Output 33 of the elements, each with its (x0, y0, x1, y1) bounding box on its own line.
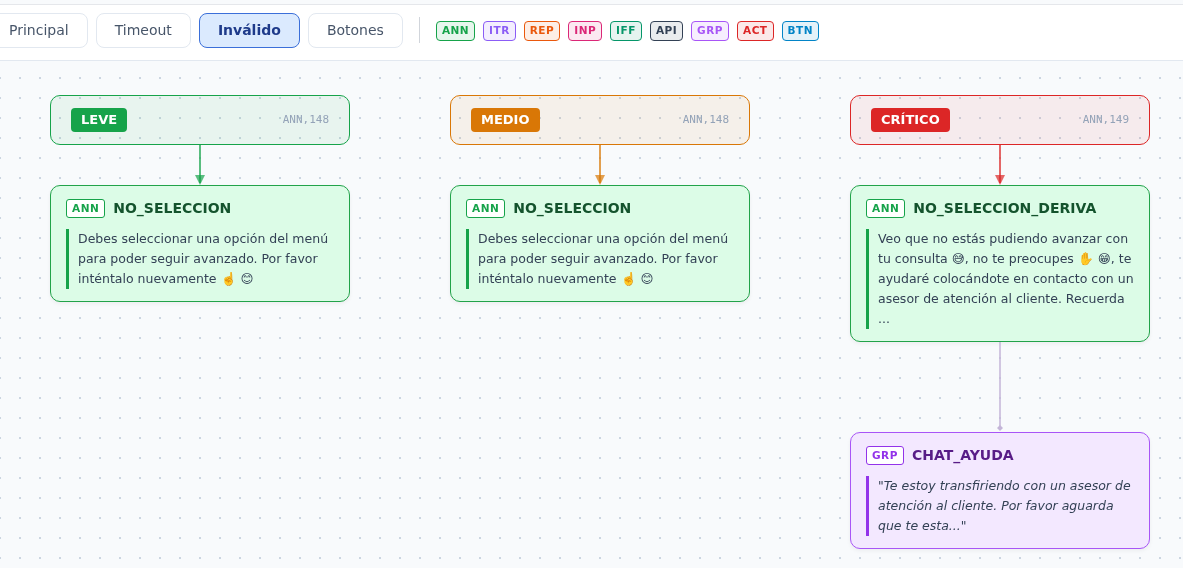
arrow (994, 145, 1006, 185)
node-message: Debes seleccionar una opción del menú para poder seguir avanzado. Por favor inténtalo nuevamente ☝ 😊 (466, 229, 734, 289)
node-reference: ANN,149 (1082, 111, 1129, 128)
node-reference: ANN,148 (282, 111, 329, 128)
legend-tag[interactable]: ANN (435, 21, 476, 41)
legend-tag[interactable]: BTN (781, 21, 819, 41)
legend-tag[interactable]: GRP (691, 21, 729, 41)
severity-badge: CRÍTICO (871, 108, 950, 132)
arrow (594, 145, 606, 185)
node-type-tag: GRP (866, 445, 904, 466)
tab[interactable]: Inválido (198, 13, 300, 48)
node-title: NO_SELECCION (513, 199, 632, 219)
node-title: CHAT_AYUDA (911, 446, 1014, 466)
node-type-tag: ANN (866, 198, 906, 219)
legend-tag[interactable]: API (649, 21, 684, 41)
tab[interactable]: Principal (0, 13, 88, 48)
legend-tag[interactable]: ITR (483, 21, 516, 41)
node-message: Veo que no estás pudiendo avanzar con tu consulta 😅, no te preocupes ✋ 😁, te ayudaré colocándote en contacto con un asesor de atención al cliente. Recuerda ... (866, 229, 1134, 329)
legend-tag[interactable]: ACT (737, 21, 774, 41)
tab[interactable]: Botones (307, 13, 403, 48)
node-type-tag: ANN (466, 198, 506, 219)
node-type-tag: ANN (66, 198, 106, 219)
node-title: NO_SELECCION (113, 199, 232, 219)
node-message: "Te estoy transfiriendo con un asesor de atención al cliente. Por favor aguarda que te esta..." (866, 476, 1134, 536)
severity-badge: LEVE (71, 108, 128, 132)
severity-badge: MEDIO (471, 108, 540, 132)
node-message: Debes seleccionar una opción del menú para poder seguir avanzado. Por favor inténtalo nuevamente ☝ 😊 (66, 229, 334, 289)
legend-tag[interactable]: IFF (610, 21, 642, 41)
node-reference: ANN,148 (682, 111, 729, 128)
node-title: NO_SELECCION_DERIVA (913, 199, 1097, 219)
legend-tag[interactable]: REP (523, 21, 561, 41)
tab[interactable]: Timeout (95, 13, 191, 48)
legend-tag[interactable]: INP (568, 21, 603, 41)
